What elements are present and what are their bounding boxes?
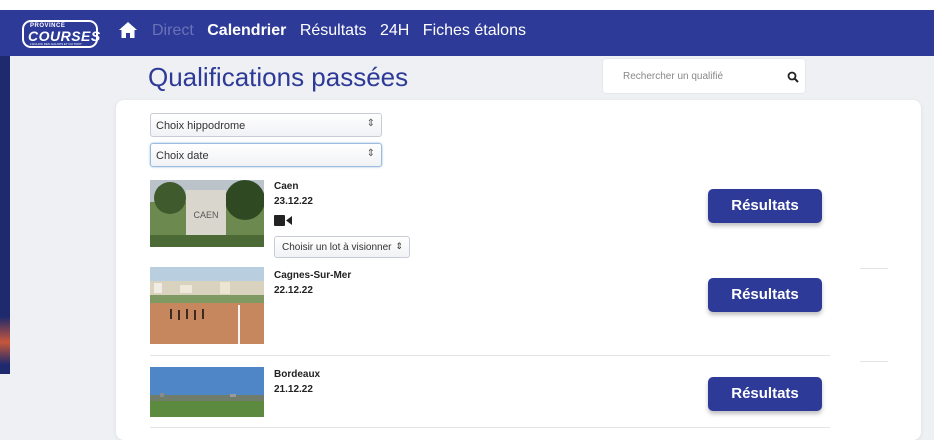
bordeaux-thumbnail[interactable] [150, 367, 264, 417]
side-divider [860, 361, 888, 362]
entry-divider [150, 355, 830, 356]
video-camera-icon[interactable] [274, 215, 292, 226]
resultats-button-cagnes[interactable]: Résultats [708, 278, 822, 312]
entry-date-bordeaux: 21.12.22 [274, 384, 313, 395]
entry-divider [150, 427, 830, 428]
side-divider [860, 268, 888, 269]
search-placeholder: Rechercher un qualifié [623, 71, 724, 82]
select-arrows-icon: ⇕ [366, 118, 375, 129]
select-arrows-icon: ⇕ [395, 241, 403, 251]
caen-thumbnail[interactable]: CAEN [150, 180, 264, 247]
nav-item-24h[interactable]: 24H [380, 22, 409, 39]
lot-select-value: Choisir un lot à visionner [282, 242, 392, 253]
lot-select[interactable]: Choisir un lot à visionner ⇕ [274, 236, 410, 258]
search-icon[interactable] [787, 71, 799, 83]
hippodrome-select[interactable]: Choix hippodrome ⇕ [150, 113, 382, 137]
select-arrows-icon: ⇕ [366, 148, 375, 159]
top-strip [0, 0, 934, 10]
top-navigation-bar: PROVINCE COURSES L'ECHOS DES GALOPS ET D… [0, 10, 934, 56]
search-box[interactable]: Rechercher un qualifié [602, 58, 806, 94]
cagnes-thumbnail[interactable] [150, 267, 264, 344]
entry-name-bordeaux: Bordeaux [274, 369, 321, 380]
hippodrome-select-value: Choix hippodrome [156, 120, 246, 132]
date-select[interactable]: Choix date ⇕ [150, 143, 382, 167]
nav-item-resultats[interactable]: Résultats [300, 22, 367, 39]
page-title: Qualifications passées [148, 62, 409, 92]
entry-name-cagnes: Cagnes-Sur-Mer [274, 270, 352, 281]
nav-item-fiches-etalons[interactable]: Fiches étalons [423, 22, 526, 39]
province-courses-logo[interactable]: PROVINCE COURSES L'ECHOS DES GALOPS ET D… [22, 20, 100, 48]
nav-item-direct[interactable]: Direct [152, 22, 194, 39]
left-sidebar-band [0, 56, 10, 374]
date-select-value: Choix date [156, 150, 209, 162]
logo-line3: L'ECHOS DES GALOPS ET DU TROT [30, 42, 82, 46]
entry-date-caen: 23.12.22 [274, 196, 313, 207]
resultats-button-caen[interactable]: Résultats [708, 189, 822, 223]
home-icon[interactable] [118, 20, 138, 40]
caen-sign-text: CAEN [193, 210, 218, 220]
main-nav: Direct Calendrier Résultats 24H Fiches é… [152, 22, 535, 40]
entry-name-caen: Caen [274, 181, 299, 192]
nav-item-calendrier[interactable]: Calendrier [207, 22, 286, 39]
entry-date-cagnes: 22.12.22 [274, 285, 313, 296]
resultats-button-bordeaux[interactable]: Résultats [708, 377, 822, 411]
